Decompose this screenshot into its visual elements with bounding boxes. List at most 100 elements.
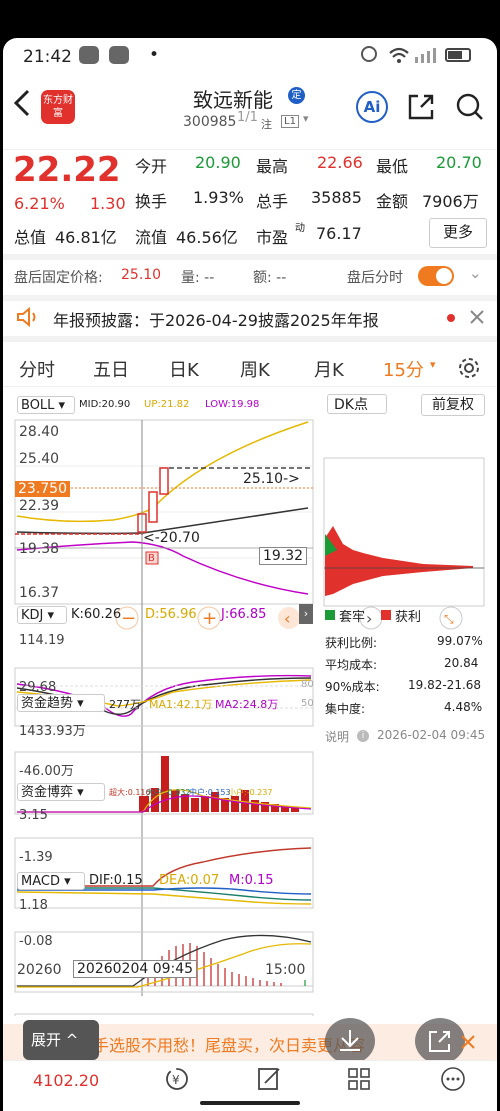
- high-mark-label: 25.10->: [243, 471, 300, 487]
- high-label: 最高: [256, 157, 289, 176]
- divider: [3, 254, 497, 260]
- kdj-ref-50: 50: [301, 698, 314, 709]
- amount-value: 7906万: [422, 192, 479, 211]
- low-label: 最低: [376, 157, 409, 176]
- tab-15min[interactable]: 15分: [383, 356, 424, 382]
- zoom-out-icon: −: [121, 608, 136, 629]
- dk-row-label: 平均成本:: [325, 658, 378, 672]
- pe-value: 76.17: [316, 224, 362, 243]
- dk-row-value: 19.82-21.68: [408, 678, 482, 692]
- info-icon[interactable]: i: [357, 730, 369, 742]
- legend-swatch-trap: [325, 610, 335, 620]
- eastmoney-logo[interactable]: 东方财富: [41, 90, 75, 124]
- pe-superscript: 动: [295, 223, 305, 234]
- stock-name[interactable]: 致远新能: [193, 84, 273, 113]
- panel-expand-icon[interactable]: ›: [299, 604, 313, 624]
- macd-m: M:0.15: [229, 873, 274, 888]
- indicator-select-kdj[interactable]: KDJ ▾: [17, 606, 67, 624]
- gear-icon[interactable]: [456, 355, 482, 381]
- more-icon[interactable]: [439, 1065, 467, 1093]
- back-arrow-icon[interactable]: [11, 88, 33, 118]
- chevron-down-icon[interactable]: ▾: [430, 358, 436, 371]
- page-indicator: 1/1: [237, 110, 258, 125]
- tab-weekly-k[interactable]: 周K: [240, 356, 270, 382]
- float-share-button[interactable]: [415, 1018, 465, 1064]
- more-button[interactable]: 更多: [429, 218, 487, 248]
- boll-y-tick: 22.39: [19, 498, 60, 514]
- promo-banner[interactable]: 手选股不用愁！尾盘买，次日卖更从容 展开 ^: [3, 1018, 497, 1064]
- indicator-name: KDJ: [21, 608, 44, 623]
- indicator-select-fund[interactable]: 资金趋势 ▾: [17, 694, 105, 712]
- level-tag[interactable]: L1: [281, 115, 299, 128]
- afterhours-toggle[interactable]: [418, 266, 454, 286]
- kdj-y-tick: 114.19: [19, 633, 65, 648]
- kdj-y-tick: 29.68: [19, 680, 57, 695]
- status-bar: 21:42 •: [3, 38, 497, 74]
- indicator-select-macd[interactable]: MACD ▾: [17, 872, 85, 890]
- dk-note-label[interactable]: 说明: [325, 728, 349, 745]
- boll-y-tick: 25.40: [19, 451, 60, 467]
- candle: [159, 467, 169, 495]
- volume-label: 总手: [256, 192, 289, 211]
- macd-dif: DIF:0.15: [89, 873, 143, 888]
- time-axis-end: 15:00: [265, 962, 306, 978]
- expand-button[interactable]: 展开 ^: [23, 1020, 99, 1060]
- afterhours-timeshare-label: 盘后分时: [347, 270, 403, 286]
- indicator-select-boll[interactable]: BOLL ▾: [17, 396, 75, 414]
- chevron-down-icon[interactable]: ▾: [303, 112, 309, 125]
- chip-prev-icon: ›: [366, 609, 372, 628]
- margin-tag: 注: [261, 118, 272, 131]
- tab-monthly-k[interactable]: 月K: [314, 356, 344, 382]
- wifi-icon: [389, 47, 409, 63]
- trade-icon[interactable]: ¥: [163, 1065, 191, 1093]
- index-price[interactable]: 4102.20: [33, 1071, 99, 1090]
- fixed-price-badge: 定: [288, 87, 305, 104]
- game-small: 小户:-0.237: [228, 788, 273, 797]
- fund-bars: [139, 756, 299, 812]
- apps-icon[interactable]: [345, 1065, 373, 1093]
- dk-row-label: 集中度:: [325, 702, 366, 716]
- open-label: 今开: [135, 157, 168, 176]
- fund-value: 277万: [109, 698, 141, 711]
- dk-row-value: 4.48%: [444, 700, 483, 714]
- chart-area[interactable]: « − + ‹ › ⤡: [3, 416, 497, 1016]
- notice-text[interactable]: 年报预披露：于2026-04-29披露2025年年报: [53, 307, 379, 331]
- last-price: 22.22: [13, 150, 121, 190]
- boll-y-tick: 16.37: [19, 585, 60, 601]
- change-percent: 6.21%: [14, 194, 65, 213]
- tab-daily-k[interactable]: 日K: [169, 356, 199, 382]
- game-y-tick: -1.39: [19, 850, 53, 865]
- indicator-name: MACD: [21, 874, 60, 889]
- edit-icon[interactable]: [255, 1065, 283, 1093]
- dk-label: DK点: [334, 397, 368, 413]
- adjust-mode-select[interactable]: 前复权: [421, 394, 485, 416]
- unread-dot: [447, 314, 455, 322]
- crosshair-value: 19.32: [259, 547, 308, 565]
- tab-intraday[interactable]: 分时: [19, 356, 55, 382]
- indicator-select-game[interactable]: 资金博弈 ▾: [17, 783, 105, 801]
- crosshair-time: 20260204 09:45: [73, 960, 198, 978]
- game-super: 超大:0.116: [109, 788, 151, 797]
- boll-y-tick: 19.38: [19, 541, 60, 557]
- share-icon[interactable]: [406, 92, 436, 122]
- step-left-icon: ‹: [284, 609, 290, 628]
- low-value: 20.70: [436, 153, 482, 172]
- dk-point-select[interactable]: DK点: [327, 394, 387, 414]
- change-amount: 1.30: [90, 194, 126, 213]
- tab-five-day[interactable]: 五日: [93, 356, 129, 382]
- mktcap-label: 总值: [14, 228, 47, 247]
- close-icon[interactable]: [460, 1034, 476, 1050]
- close-icon[interactable]: [469, 309, 485, 325]
- signal-icon: [415, 48, 436, 63]
- kdj-d-value: D:56.96: [145, 607, 197, 622]
- float-label: 流值: [135, 228, 168, 247]
- ai-assistant-button[interactable]: Ai: [356, 91, 388, 123]
- float-download-button[interactable]: [325, 1018, 375, 1064]
- search-icon[interactable]: [455, 92, 485, 122]
- game-big: 大户:-0.032: [146, 788, 191, 797]
- indicator-name: 资金博弈: [21, 785, 74, 800]
- stock-code: 300985: [183, 114, 237, 130]
- chevron-down-icon[interactable]: ⌄: [469, 264, 482, 282]
- turnover-value: 1.93%: [193, 188, 244, 207]
- expand-label: 展开: [31, 1031, 62, 1049]
